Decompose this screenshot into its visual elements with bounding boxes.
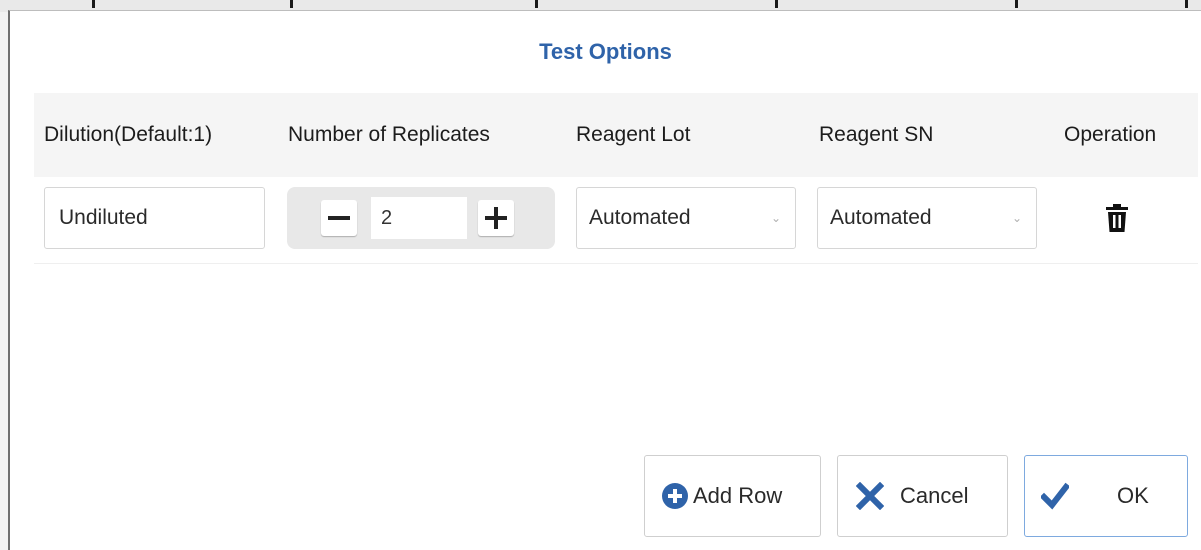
plus-circle-icon <box>662 483 688 509</box>
dilution-input[interactable]: Undiluted <box>44 187 265 249</box>
divider <box>1185 0 1188 8</box>
column-header-dilution: Dilution(Default:1) <box>44 123 213 146</box>
ok-button[interactable]: OK <box>1024 455 1188 537</box>
column-header-reagent-sn: Reagent SN <box>819 123 934 146</box>
add-row-button[interactable]: Add Row <box>644 455 821 537</box>
test-options-dialog: Test Options Dilution(Default:1) Number … <box>8 10 1201 550</box>
reagent-sn-select[interactable]: Automated ⌄ <box>817 187 1037 249</box>
column-header-operation: Operation <box>1064 123 1157 146</box>
column-header-reagent-lot: Reagent Lot <box>576 123 691 146</box>
cancel-button[interactable]: Cancel <box>837 455 1008 537</box>
replicates-input[interactable]: 2 <box>371 197 467 239</box>
column-header-replicates: Number of Replicates <box>288 123 490 146</box>
reagent-sn-value: Automated <box>830 206 932 229</box>
check-icon <box>1041 482 1069 510</box>
decrement-button[interactable] <box>321 200 357 236</box>
cancel-label: Cancel <box>900 483 969 508</box>
reagent-lot-select[interactable]: Automated ⌄ <box>576 187 796 249</box>
add-row-label: Add Row <box>693 483 783 508</box>
divider <box>92 0 95 8</box>
replicates-stepper: 2 <box>287 187 555 249</box>
divider <box>535 0 538 8</box>
divider <box>775 0 778 8</box>
ok-label: OK <box>1117 483 1149 508</box>
trash-icon <box>1106 204 1128 232</box>
minus-icon <box>328 216 350 220</box>
chevron-down-icon: ⌄ <box>770 211 781 225</box>
dialog-title: Test Options <box>539 39 672 64</box>
chevron-down-icon: ⌄ <box>1011 211 1022 225</box>
table-header: Dilution(Default:1) Number of Replicates… <box>34 93 1198 177</box>
delete-row-button[interactable] <box>1104 204 1130 234</box>
increment-button[interactable] <box>478 200 514 236</box>
close-icon <box>856 482 884 510</box>
reagent-lot-value: Automated <box>589 206 691 229</box>
divider <box>290 0 293 8</box>
table-row: Undiluted 2 Automated ⌄ Automated ⌄ <box>34 177 1198 264</box>
divider <box>1015 0 1018 8</box>
